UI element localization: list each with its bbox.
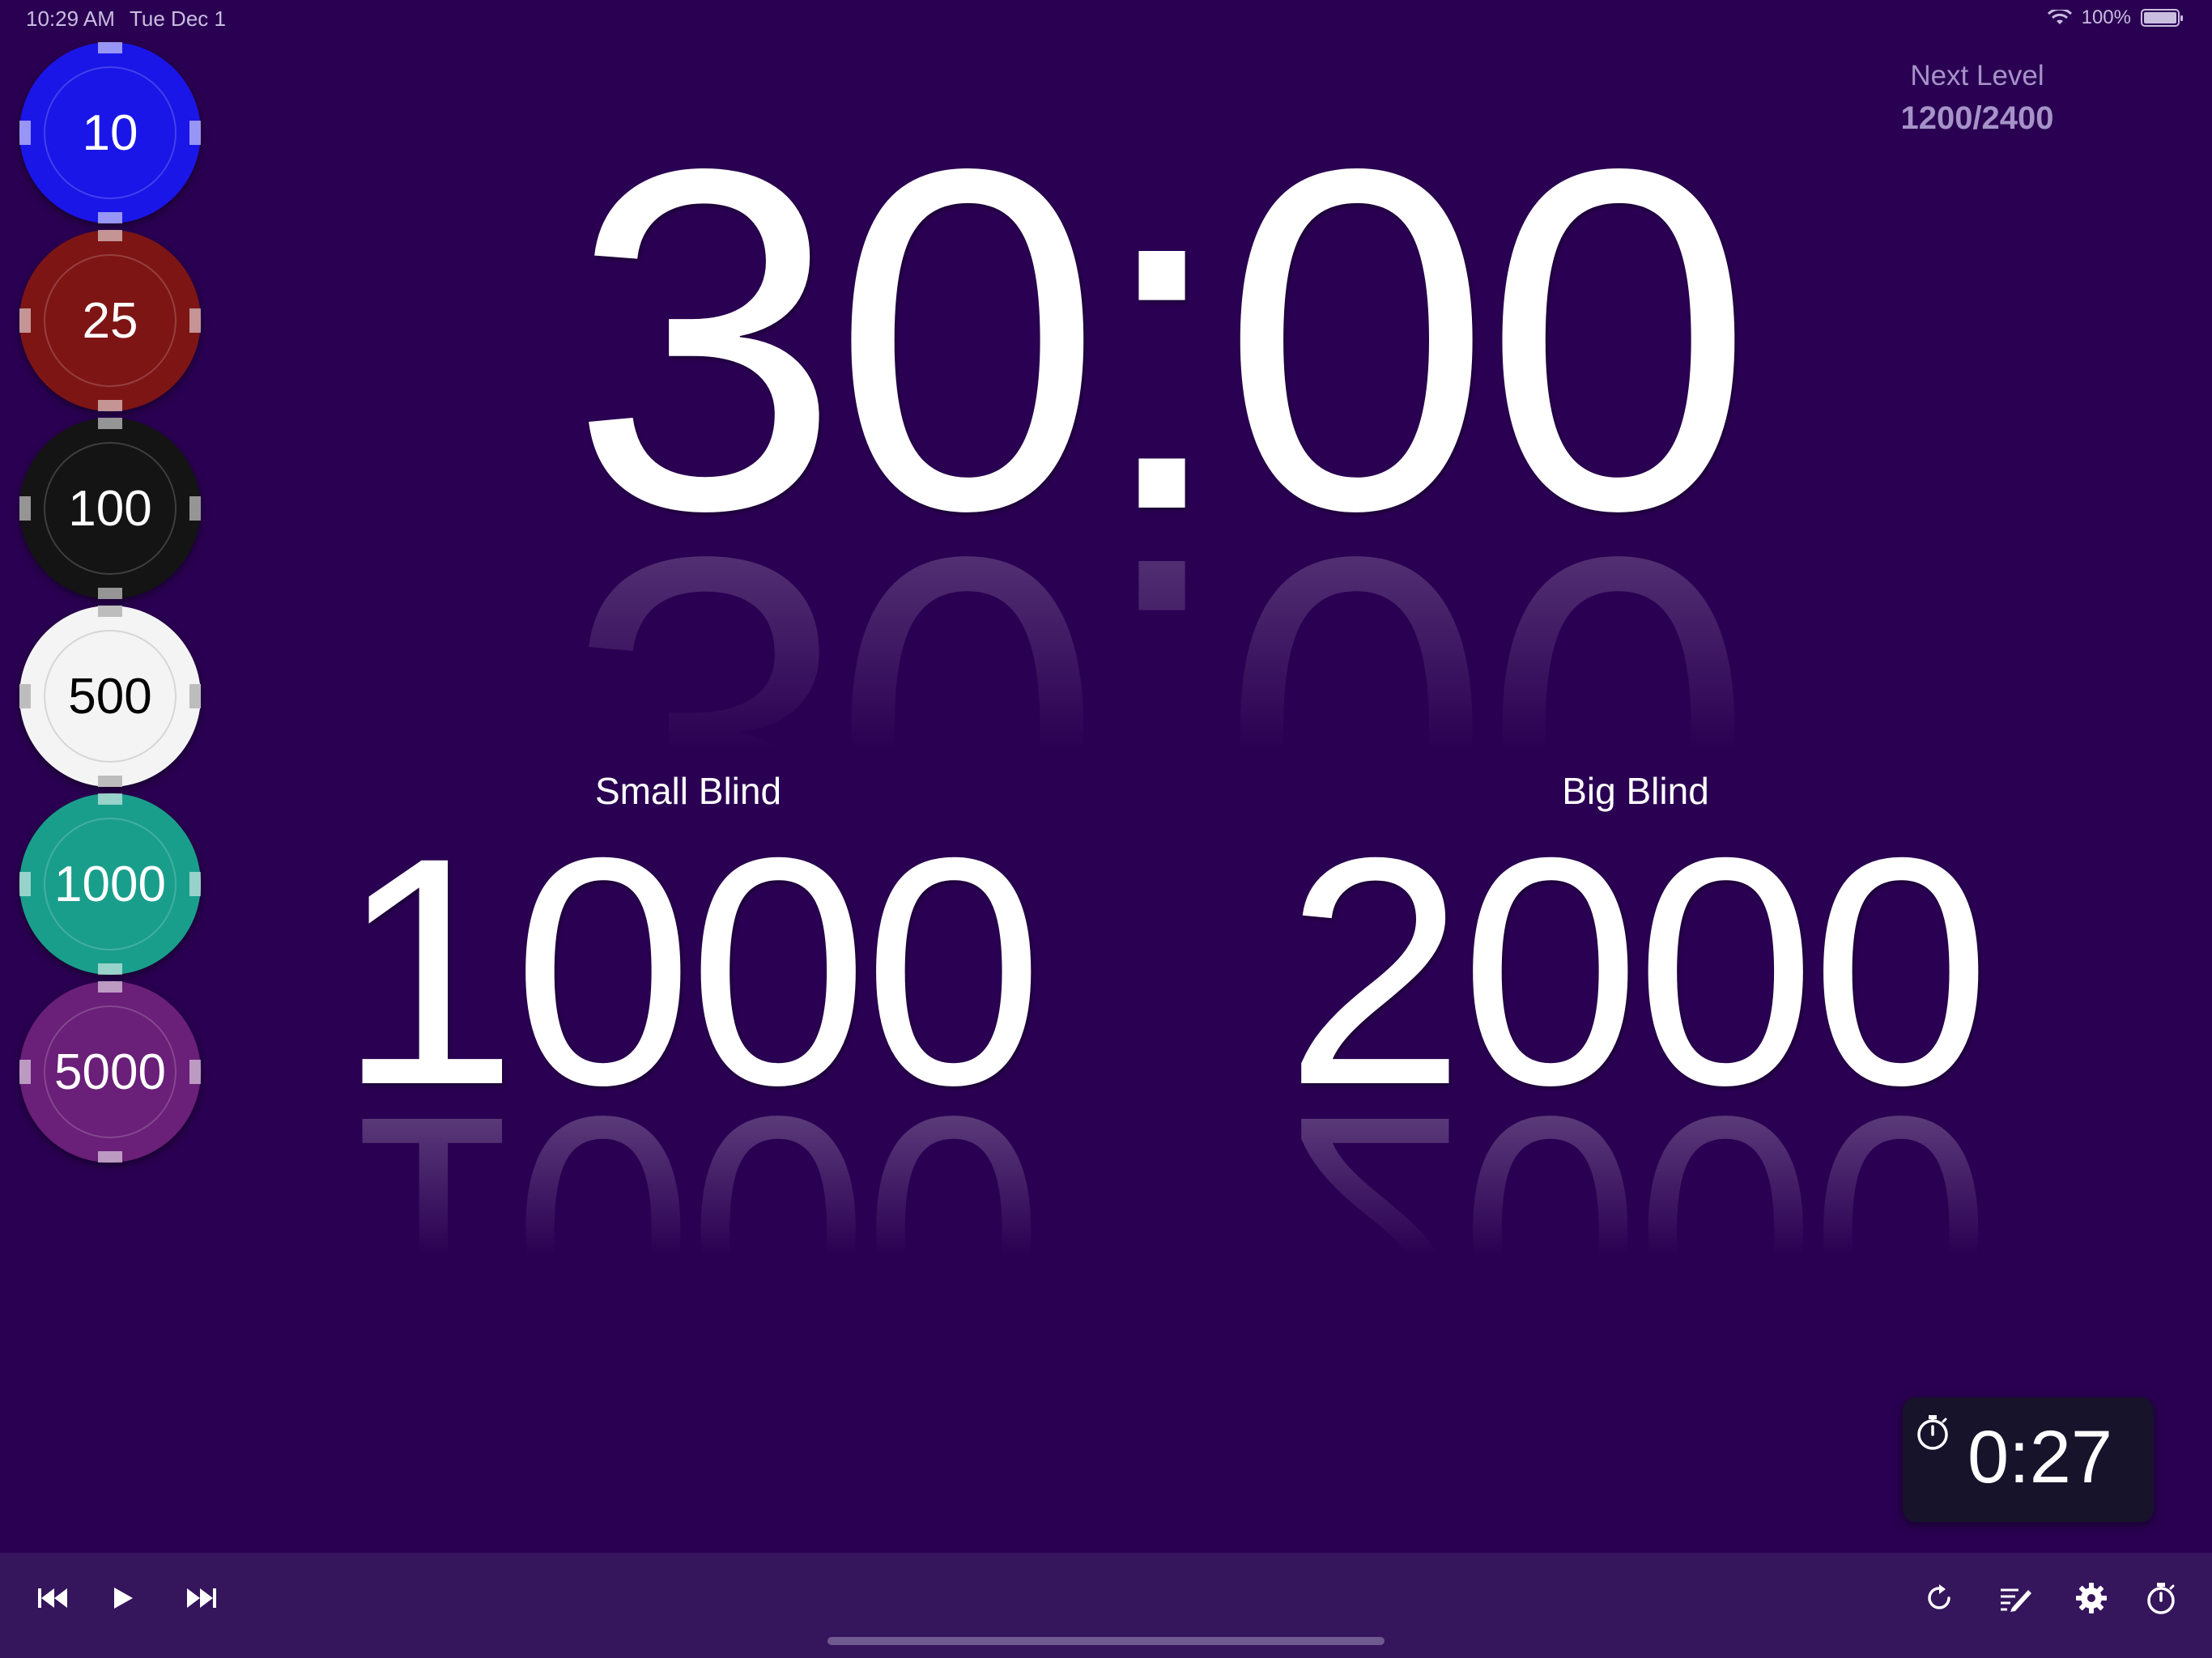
next-level-button[interactable] xyxy=(177,1575,227,1621)
skip-back-icon xyxy=(38,1588,67,1608)
stopwatch-icon xyxy=(2147,1583,2175,1614)
small-blind-reflection: 1000 xyxy=(338,1050,1039,1412)
chip-value: 1000 xyxy=(54,856,166,912)
status-indicators: 100% xyxy=(2047,6,2183,29)
gear-icon xyxy=(2076,1583,2107,1613)
chip-25[interactable]: 25 xyxy=(19,230,201,411)
level-timer[interactable]: 30:00 30:00 xyxy=(453,97,1862,1000)
chip-value: 10 xyxy=(82,104,138,161)
chip-5000[interactable]: 5000 xyxy=(19,981,201,1163)
status-time: 10:29 AM xyxy=(26,6,115,31)
home-indicator[interactable] xyxy=(827,1637,1385,1645)
chip-1000[interactable]: 1000 xyxy=(19,793,201,975)
edit-levels-button[interactable] xyxy=(1990,1575,2040,1621)
chip-value: 25 xyxy=(82,292,138,349)
settings-button[interactable] xyxy=(2066,1575,2116,1621)
stopwatch-button[interactable] xyxy=(2136,1575,2186,1621)
mini-stopwatch-time: 0:27 xyxy=(1967,1416,2113,1499)
mini-stopwatch[interactable]: 0:27 xyxy=(1903,1397,2154,1522)
chip-value: 100 xyxy=(68,480,152,537)
play-button[interactable] xyxy=(97,1575,147,1621)
play-icon xyxy=(114,1588,133,1609)
previous-level-button[interactable] xyxy=(28,1575,78,1621)
status-bar: 10:29 AM Tue Dec 1 100% xyxy=(0,0,2212,39)
chip-value: 500 xyxy=(68,668,152,725)
big-blind-reflection: 2000 xyxy=(1285,1050,1986,1412)
small-blind: 1000 1000 xyxy=(300,790,1077,1413)
chip-10[interactable]: 10 xyxy=(19,42,201,223)
small-blind-value: 1000 xyxy=(338,790,1044,1152)
chip-500[interactable]: 500 xyxy=(19,606,201,787)
chip-100[interactable]: 100 xyxy=(19,418,201,599)
next-level-value: 1200/2400 xyxy=(1900,100,2054,136)
battery-icon xyxy=(2141,9,2183,27)
big-blind: 2000 2000 xyxy=(1231,790,2040,1413)
chip-value: 5000 xyxy=(54,1044,166,1100)
stopwatch-icon xyxy=(1917,1415,1948,1450)
next-level: Next Level 1200/2400 xyxy=(1799,60,2155,137)
reset-button[interactable] xyxy=(1914,1575,1964,1621)
status-date: Tue Dec 1 xyxy=(130,6,226,31)
big-blind-value: 2000 xyxy=(1285,790,1991,1152)
battery-percent: 100% xyxy=(2081,6,2131,28)
next-level-label: Next Level xyxy=(1910,60,2044,91)
wifi-icon xyxy=(2047,10,2072,24)
reset-icon xyxy=(1928,1584,1950,1609)
edit-levels-icon xyxy=(2001,1588,2031,1612)
skip-forward-icon xyxy=(187,1588,216,1608)
